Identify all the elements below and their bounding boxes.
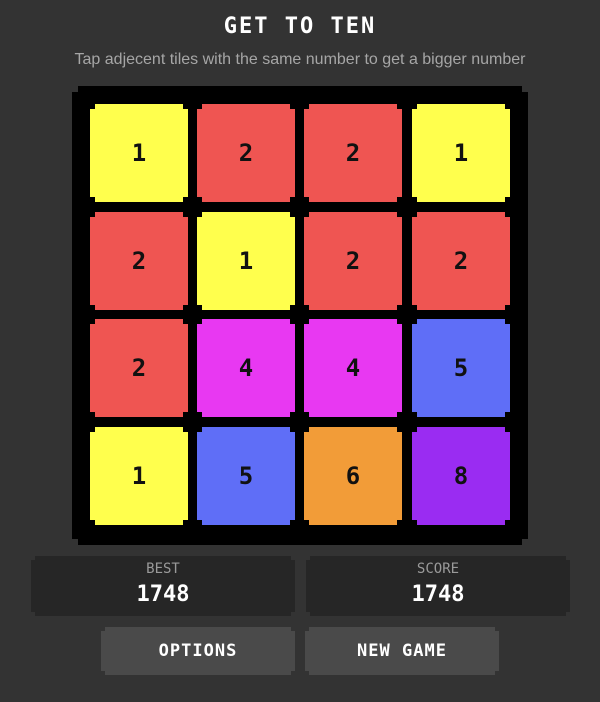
tile[interactable]: 2	[90, 319, 188, 417]
tile[interactable]: 2	[304, 104, 402, 202]
tile[interactable]: 2	[90, 212, 188, 310]
best-score-label: BEST	[146, 561, 180, 577]
tile[interactable]: 2	[197, 104, 295, 202]
tile[interactable]: 2	[304, 212, 402, 310]
game-instructions: Tap adjecent tiles with the same number …	[74, 51, 526, 68]
best-score-value: 1748	[136, 582, 190, 607]
tile[interactable]: 8	[412, 427, 510, 525]
tile[interactable]: 5	[197, 427, 295, 525]
score-label: SCORE	[416, 561, 460, 577]
tile[interactable]: 1	[197, 212, 295, 310]
tile[interactable]: 6	[304, 427, 402, 525]
tile[interactable]: 4	[197, 319, 295, 417]
current-score-panel: SCORE 1748	[306, 556, 570, 616]
tile[interactable]: 4	[304, 319, 402, 417]
game-title: GET TO TEN	[223, 14, 377, 39]
score-value: 1748	[411, 582, 465, 607]
best-score-panel: BEST 1748	[31, 556, 295, 616]
tile[interactable]: 2	[412, 212, 510, 310]
tile[interactable]: 1	[90, 427, 188, 525]
tile[interactable]: 1	[90, 104, 188, 202]
tile[interactable]: 1	[412, 104, 510, 202]
tile[interactable]: 5	[412, 319, 510, 417]
new-game-button[interactable]: NEW GAME	[305, 627, 499, 675]
game-board: 1 2 2 1 2 1 2 2 2 4 4 5 1 5 6 8	[72, 86, 528, 545]
options-button[interactable]: OPTIONS	[101, 627, 295, 675]
